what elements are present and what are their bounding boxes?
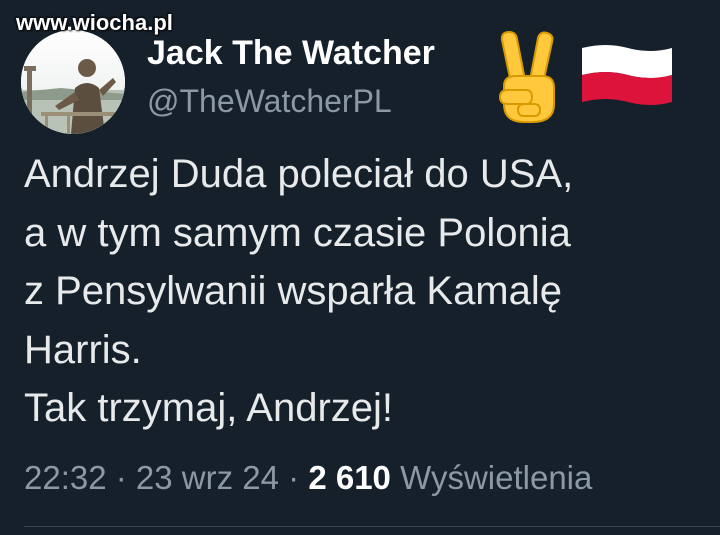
tweet-time[interactable]: 22:32 [24, 459, 107, 496]
meta-separator: · [106, 459, 136, 496]
views-label[interactable]: Wyświetlenia [400, 459, 592, 496]
tweet-meta: 22:32 · 23 wrz 24 · 2 610 Wyświetlenia [24, 456, 592, 500]
divider [24, 526, 720, 527]
profile-photo-icon [21, 30, 125, 134]
views-count[interactable]: 2 610 [308, 459, 391, 496]
victory-hand-icon [499, 31, 555, 123]
meta-separator: · [279, 459, 309, 496]
tweet-line: Tak trzymaj, Andrzej! [24, 386, 394, 430]
site-watermark: www.wiocha.pl [16, 10, 173, 35]
poland-flag-icon [582, 45, 672, 105]
avatar[interactable] [21, 30, 125, 134]
tweet-text: Andrzej Duda poleciał do USA, a w tym sa… [24, 145, 714, 438]
author-name[interactable]: Jack The Watcher [147, 33, 435, 73]
tweet-line: Andrzej Duda poleciał do USA, [24, 152, 574, 196]
tweet-line: z Pensylwanii wsparła Kamalę [24, 269, 563, 313]
tweet-line: a w tym samym czasie Polonia [24, 210, 571, 255]
tweet-line: Harris. [24, 327, 142, 372]
tweet-date[interactable]: 23 wrz 24 [136, 459, 279, 496]
author-handle[interactable]: @TheWatcherPL [147, 82, 392, 120]
